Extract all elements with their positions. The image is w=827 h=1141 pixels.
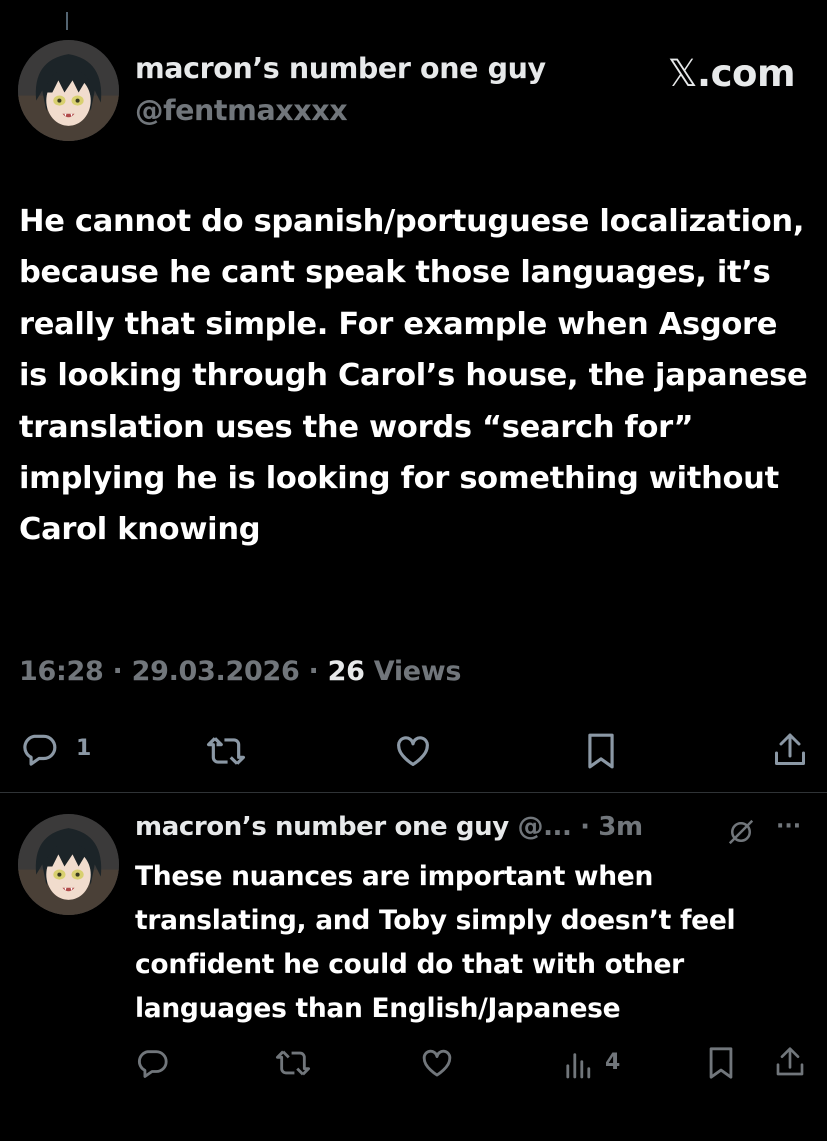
reply-like-button[interactable] (419, 1046, 455, 1080)
share-button[interactable] (772, 730, 808, 770)
reply-icon (20, 730, 58, 768)
avatar-image (18, 40, 119, 141)
tweet-actions: 1 (0, 728, 827, 772)
reply-handle[interactable]: @... (517, 812, 571, 842)
reply-avatar[interactable] (18, 814, 119, 915)
retweet-icon (205, 732, 247, 770)
views-label: Views (373, 656, 462, 687)
tweet-body: He cannot do spanish/portuguese localiza… (19, 204, 808, 548)
bookmark-icon (706, 1046, 736, 1080)
heart-icon (393, 732, 433, 770)
x-logo-icon: 𝕏 (667, 52, 698, 95)
bookmark-button[interactable] (585, 732, 617, 770)
reply-author-name[interactable]: macron’s number one guy (135, 812, 509, 842)
reply-share-button[interactable] (774, 1044, 806, 1080)
reply-body: These nuances are important when transla… (135, 861, 736, 1024)
reply-button[interactable]: 1 (20, 730, 100, 768)
views-icon (565, 1046, 593, 1080)
bookmark-icon (585, 732, 617, 770)
retweet-icon (274, 1046, 312, 1080)
divider (0, 792, 827, 793)
reply-retweet-button[interactable] (274, 1046, 312, 1080)
brand-watermark: 𝕏.com (667, 52, 796, 95)
brand-text: .com (697, 52, 795, 95)
tweet-meta: 16:28 · 29.03.2026 · 26 Views (19, 656, 462, 687)
meta-separator: · (299, 656, 328, 687)
share-icon (774, 1044, 806, 1080)
meta-separator: · (103, 656, 132, 687)
avatar-image (18, 814, 119, 915)
reply-views-count: 4 (605, 1050, 621, 1075)
author-name[interactable]: macron’s number one guy (135, 52, 546, 85)
reply-separator: · (571, 812, 599, 842)
reply-header: macron’s number one guy @... · 3m (135, 812, 643, 842)
more-options-icon[interactable]: ··· (776, 814, 801, 839)
avatar[interactable] (18, 40, 119, 141)
grok-icon[interactable] (726, 817, 756, 851)
reply-count: 1 (76, 736, 92, 761)
like-button[interactable] (393, 732, 433, 770)
reply-bookmark-button[interactable] (706, 1046, 736, 1080)
reply-views-button[interactable]: 4 (565, 1046, 645, 1082)
reply-reply-button[interactable] (135, 1046, 169, 1080)
reply-icon (135, 1046, 169, 1080)
views-count: 26 (327, 656, 365, 687)
author-handle[interactable]: @fentmaxxxx (135, 94, 348, 127)
tweet-time[interactable]: 16:28 (19, 656, 104, 687)
heart-icon (419, 1046, 455, 1080)
tweet-date[interactable]: 29.03.2026 (132, 656, 300, 687)
retweet-button[interactable] (205, 732, 247, 770)
share-icon (772, 730, 808, 770)
reply-age[interactable]: 3m (598, 812, 643, 842)
reply-actions: 4 (0, 1044, 827, 1084)
thread-connector (66, 12, 68, 30)
